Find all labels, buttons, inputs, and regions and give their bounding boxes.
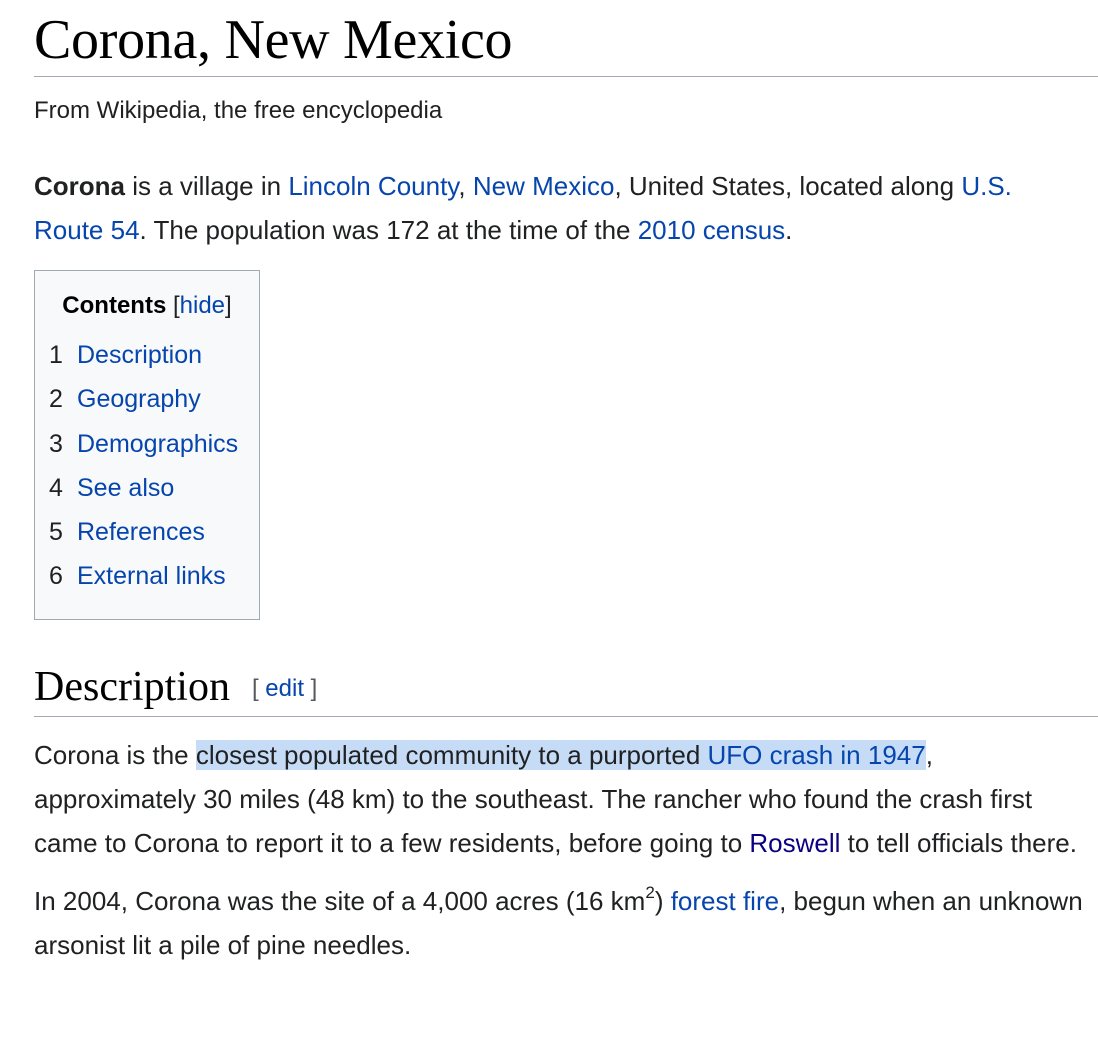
toc-item-external-links[interactable]: 6 External links xyxy=(49,554,245,598)
toc-link-geography[interactable]: Geography xyxy=(77,385,201,413)
toc-number: 3 xyxy=(49,429,63,458)
paragraph-text: Corona is the xyxy=(34,739,196,770)
site-tagline: From Wikipedia, the free encyclopedia xyxy=(34,97,443,124)
toc-item-references[interactable]: 5 References xyxy=(49,510,245,554)
toc-item-geography[interactable]: 2 Geography xyxy=(49,377,245,421)
lead-text: . xyxy=(785,215,793,245)
lead-bold-term: Corona xyxy=(34,171,125,201)
table-of-contents: Contents [hide] 1 Description 2 Geography … xyxy=(34,270,260,620)
article-page: Corona, New Mexico From Wikipedia, the f… xyxy=(34,0,1098,967)
edit-bracket: [ xyxy=(251,674,266,702)
toc-link-description[interactable]: Description xyxy=(77,341,202,369)
link-forest-fire[interactable]: forest fire xyxy=(671,886,779,916)
toc-bracket: [ xyxy=(166,292,180,319)
toc-item-see-also[interactable]: 4 See also xyxy=(49,466,245,510)
toc-link-see-also[interactable]: See also xyxy=(77,474,174,502)
edit-bracket: ] xyxy=(304,674,318,702)
section-title: Description xyxy=(34,663,230,710)
toc-number: 6 xyxy=(49,562,63,591)
description-paragraph-2: In 2004, Corona was the site of a 4,000 … xyxy=(34,879,1094,967)
edit-section: [ edit ] xyxy=(252,675,317,703)
page-title: Corona, New Mexico xyxy=(34,0,1098,77)
toc-title: Contents xyxy=(62,292,167,319)
lead-paragraph: Corona is a village in Lincoln County, N… xyxy=(34,164,1074,252)
superscript: 2 xyxy=(645,882,655,902)
lead-text: is a village in xyxy=(125,171,289,201)
lead-text: . The population was 172 at the time of … xyxy=(139,215,638,245)
edit-section-link[interactable]: edit xyxy=(265,675,304,702)
highlighted-text: closest populated community to a purport… xyxy=(195,739,708,770)
link-ufo-crash-1947[interactable]: UFO crash in 1947 xyxy=(708,740,926,770)
selected-text: closest populated community to a purport… xyxy=(195,739,926,770)
paragraph-text: ) xyxy=(654,885,671,916)
toc-hide-toggle[interactable]: hide xyxy=(180,292,225,319)
paragraph-text: to tell officials there. xyxy=(840,827,1077,858)
paragraph-text: In 2004, Corona was the site of a 4,000 … xyxy=(34,885,646,916)
toc-header: Contents [hide] xyxy=(49,289,245,323)
link-roswell[interactable]: Roswell xyxy=(749,828,840,858)
toc-item-description[interactable]: 1 Description xyxy=(49,333,245,377)
lead-text: , xyxy=(458,171,473,201)
toc-bracket: ] xyxy=(225,292,232,319)
toc-number: 5 xyxy=(49,518,63,547)
toc-link-demographics[interactable]: Demographics xyxy=(77,430,238,458)
lead-text: , United States, located along xyxy=(614,171,962,201)
toc-item-demographics[interactable]: 3 Demographics xyxy=(49,422,245,466)
link-2010-census[interactable]: 2010 census xyxy=(638,215,785,245)
toc-number: 1 xyxy=(49,341,63,369)
toc-link-references[interactable]: References xyxy=(77,518,205,546)
link-new-mexico[interactable]: New Mexico xyxy=(473,171,615,201)
toc-number: 2 xyxy=(49,385,63,414)
toc-list: 1 Description 2 Geography 3 Demographics 4S… xyxy=(49,333,245,599)
section-heading-description: Description [ edit ] xyxy=(34,662,1098,717)
link-lincoln-county[interactable]: Lincoln County xyxy=(288,171,458,201)
toc-link-external-links[interactable]: External links xyxy=(77,562,226,590)
toc-number: 4 xyxy=(49,473,63,502)
description-paragraph-1: Corona is the closest populated communit… xyxy=(34,733,1094,865)
